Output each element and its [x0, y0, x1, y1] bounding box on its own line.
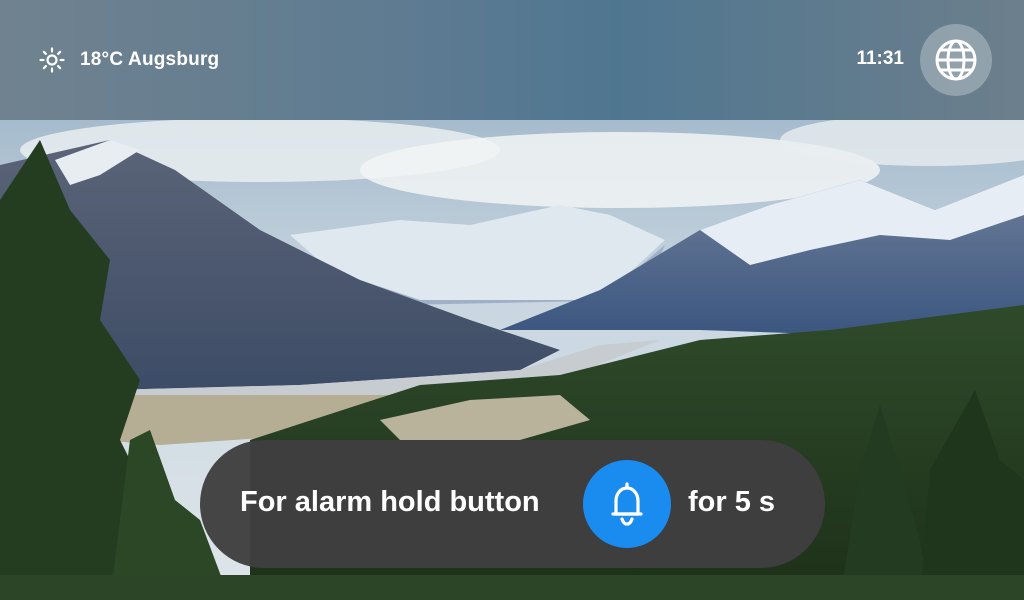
clock-time: 11:31 — [856, 48, 904, 69]
door-panel-screen: 18°C Augsburg 11:31 For alarm hold butto… — [0, 0, 1024, 600]
alarm-hint-text-after: for 5 s — [688, 486, 776, 518]
status-bar: 18°C Augsburg 11:31 — [0, 0, 1024, 120]
weather-widget: 18°C Augsburg — [38, 44, 219, 76]
globe-icon — [933, 37, 979, 83]
weather-text: 18°C Augsburg — [80, 49, 220, 70]
bell-icon — [607, 480, 647, 528]
alarm-hint-text-before: For alarm hold button — [240, 486, 540, 518]
alarm-button[interactable] — [583, 460, 671, 548]
language-button[interactable] — [920, 24, 992, 96]
sun-icon — [38, 46, 66, 74]
alarm-hint-banner: For alarm hold button for 5 s — [200, 440, 825, 568]
